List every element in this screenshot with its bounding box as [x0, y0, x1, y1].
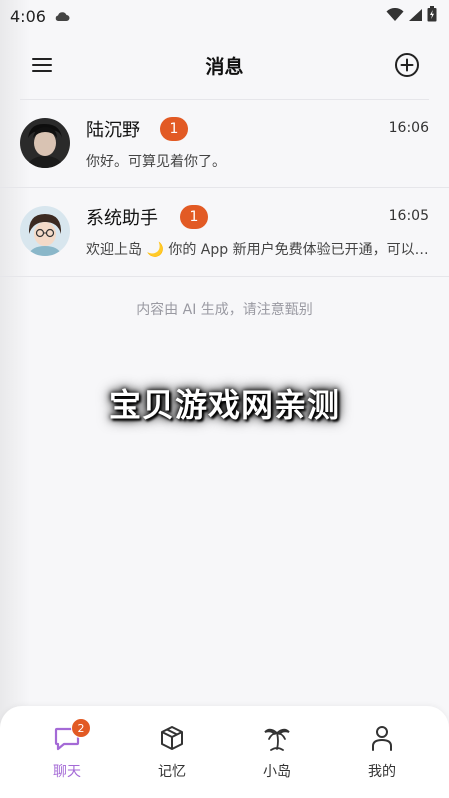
chat-time: 16:06 — [388, 120, 429, 136]
avatar — [20, 118, 70, 168]
status-time: 4:06 — [10, 6, 46, 26]
app-header: 消息 — [0, 38, 449, 92]
chat-time: 16:05 — [388, 208, 429, 224]
palm-tree-icon — [264, 728, 290, 751]
status-bar: 4:06 — [0, 0, 449, 32]
hamburger-menu-icon — [32, 58, 52, 72]
nav-label: 小岛 — [263, 764, 291, 780]
signal-icon — [408, 7, 423, 26]
nav-tab-memory[interactable]: 记忆 — [132, 724, 212, 788]
unread-badge: 1 — [160, 117, 188, 141]
box-icon — [161, 726, 183, 750]
person-icon — [372, 726, 392, 751]
nav-tab-chat[interactable]: 2 聊天 — [27, 718, 107, 788]
menu-button[interactable] — [28, 53, 56, 77]
plus-circle-icon — [395, 53, 419, 77]
cloud-icon — [54, 7, 70, 26]
battery-icon — [427, 6, 437, 26]
bottom-nav: 2 聊天 记忆 小岛 我的 — [0, 706, 449, 798]
wifi-icon — [386, 7, 404, 26]
unread-badge: 1 — [180, 205, 208, 229]
watermark-text: 宝贝游戏网亲测 — [108, 386, 340, 424]
chat-item-lu-chenye[interactable]: 陆沉野 1 16:06 你好。可算见着你了。 — [0, 100, 449, 188]
ai-disclaimer: 内容由 AI 生成，请注意甄别 — [136, 302, 313, 318]
list-divider — [0, 276, 449, 277]
nav-label: 记忆 — [158, 764, 186, 780]
chat-preview: 你好。可算见着你了。 — [86, 154, 226, 170]
nav-label: 聊天 — [53, 764, 81, 780]
chat-name: 系统助手 — [86, 208, 158, 229]
add-button[interactable] — [393, 51, 421, 79]
nav-tab-profile[interactable]: 我的 — [342, 724, 422, 788]
avatar — [20, 206, 70, 256]
chat-name: 陆沉野 — [86, 120, 140, 141]
page-title: 消息 — [205, 55, 244, 78]
chat-item-system-assistant[interactable]: 系统助手 1 16:05 欢迎上岛 🌙 你的 App 新用户免费体验已开通，可以… — [0, 188, 449, 276]
chat-preview: 欢迎上岛 🌙 你的 App 新用户免费体验已开通，可以开始聊天了 — [86, 242, 431, 258]
nav-badge: 2 — [71, 718, 91, 738]
nav-tab-island[interactable]: 小岛 — [237, 724, 317, 788]
nav-label: 我的 — [368, 764, 396, 780]
